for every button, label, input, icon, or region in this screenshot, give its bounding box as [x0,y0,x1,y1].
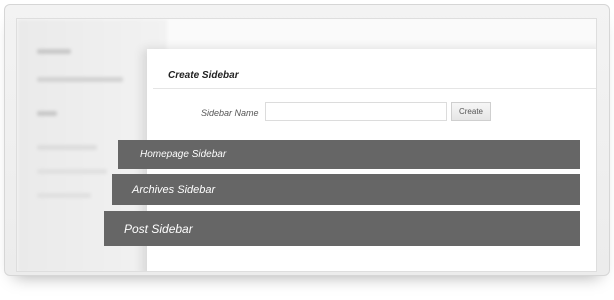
sidebar-item-label: Homepage Sidebar [140,149,227,160]
sidebar-item-label: Post Sidebar [124,221,193,236]
sidebar-name-input[interactable] [265,102,447,121]
create-button[interactable]: Create [451,102,491,121]
panel-title: Create Sidebar [168,70,239,81]
sidebar-item-label: Archives Sidebar [132,183,216,196]
sidebar-name-label: Sidebar Name [201,108,259,118]
sidebar-item-post[interactable]: Post Sidebar [104,211,580,246]
sidebar-item-archives[interactable]: Archives Sidebar [112,174,580,205]
sidebar-item-homepage[interactable]: Homepage Sidebar [118,140,580,169]
title-divider [153,88,596,89]
